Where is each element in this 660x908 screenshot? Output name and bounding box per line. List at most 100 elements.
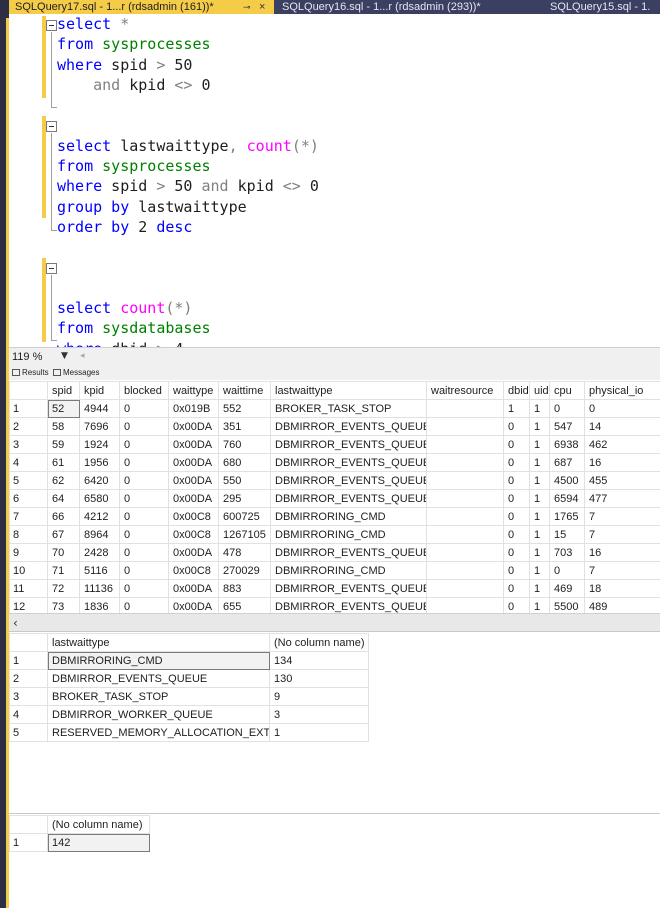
- table-cell[interactable]: 1: [529, 417, 550, 436]
- table-cell[interactable]: 0x00C8: [168, 507, 219, 526]
- table-cell[interactable]: 1956: [79, 453, 120, 472]
- collapse-icon[interactable]: [46, 263, 57, 274]
- table-cell[interactable]: 16: [584, 453, 660, 472]
- table-cell[interactable]: 16: [584, 543, 660, 562]
- table-cell[interactable]: 0x019B: [168, 399, 219, 418]
- table-row[interactable]: 1 DBMIRRORING_CMD 134: [9, 651, 369, 670]
- horizontal-scrollbar[interactable]: ‹: [9, 613, 660, 631]
- table-cell[interactable]: 67: [47, 525, 80, 544]
- table-cell[interactable]: DBMIRROR_EVENTS_QUEUE: [270, 417, 427, 436]
- column-header[interactable]: waittype: [168, 381, 219, 400]
- tab-messages[interactable]: Messages: [53, 366, 99, 380]
- table-cell[interactable]: 1: [529, 561, 550, 580]
- table-cell[interactable]: 8964: [79, 525, 120, 544]
- table-cell[interactable]: 1924: [79, 435, 120, 454]
- tab-sqlquery17[interactable]: SQLQuery17.sql - 1...r (rdsadmin (161))*…: [9, 0, 274, 14]
- table-cell[interactable]: DBMIRROR_WORKER_QUEUE: [47, 705, 270, 724]
- scroll-left-arrow-icon[interactable]: ‹: [13, 616, 18, 630]
- table-cell[interactable]: 0: [119, 453, 169, 472]
- tab-sqlquery15[interactable]: SQLQuery15.sql - 1.: [550, 0, 650, 14]
- table-row[interactable]: 8 67 8964 0 0x00C8 1267105 DBMIRRORING_CMD 0 1 15…: [9, 525, 660, 544]
- table-cell[interactable]: 9: [269, 687, 369, 706]
- table-cell[interactable]: 61: [47, 453, 80, 472]
- table-cell[interactable]: [426, 453, 504, 472]
- table-cell[interactable]: 15: [549, 525, 585, 544]
- table-cell[interactable]: 1: [503, 399, 530, 418]
- column-header[interactable]: blocked: [119, 381, 169, 400]
- table-cell[interactable]: 1765: [549, 507, 585, 526]
- table-cell[interactable]: 64: [47, 489, 80, 508]
- table-cell[interactable]: 6938: [549, 435, 585, 454]
- table-cell[interactable]: DBMIRROR_EVENTS_QUEUE: [270, 579, 427, 598]
- table-cell[interactable]: 11136: [79, 579, 120, 598]
- table-cell[interactable]: 7696: [79, 417, 120, 436]
- table-cell[interactable]: 0: [119, 417, 169, 436]
- table-cell[interactable]: [426, 507, 504, 526]
- table-cell[interactable]: 1: [529, 489, 550, 508]
- table-cell[interactable]: 0: [119, 561, 169, 580]
- table-cell[interactable]: 462: [584, 435, 660, 454]
- table-row[interactable]: 6 64 6580 0 0x00DA 295 DBMIRROR_EVENTS_QUEUE 0 1…: [9, 489, 660, 508]
- collapse-icon[interactable]: [46, 121, 57, 132]
- table-cell[interactable]: BROKER_TASK_STOP: [270, 399, 427, 418]
- table-cell[interactable]: 3: [269, 705, 369, 724]
- table-cell[interactable]: 0x00DA: [168, 417, 219, 436]
- row-number[interactable]: 4: [9, 453, 48, 472]
- table-cell[interactable]: 18: [584, 579, 660, 598]
- table-cell[interactable]: 0: [119, 435, 169, 454]
- table-cell[interactable]: 600725: [218, 507, 271, 526]
- row-number[interactable]: 6: [9, 489, 48, 508]
- table-cell[interactable]: 6580: [79, 489, 120, 508]
- table-cell[interactable]: DBMIRRORING_CMD: [47, 651, 270, 670]
- table-row[interactable]: 3 59 1924 0 0x00DA 760 DBMIRROR_EVENTS_QUEUE 0 1…: [9, 435, 660, 454]
- row-number[interactable]: 4: [9, 705, 48, 724]
- column-header[interactable]: lastwaittype: [270, 381, 427, 400]
- table-cell[interactable]: 0: [119, 507, 169, 526]
- table-cell[interactable]: 0x00DA: [168, 489, 219, 508]
- table-cell[interactable]: DBMIRRORING_CMD: [270, 507, 427, 526]
- table-cell[interactable]: DBMIRROR_EVENTS_QUEUE: [47, 669, 270, 688]
- table-cell[interactable]: 62: [47, 471, 80, 490]
- table-row[interactable]: 10 71 5116 0 0x00C8 270029 DBMIRRORING_CMD 0 1 0 7: [9, 561, 660, 580]
- table-cell[interactable]: 550: [218, 471, 271, 490]
- table-cell[interactable]: 0: [119, 525, 169, 544]
- table-cell[interactable]: 477: [584, 489, 660, 508]
- table-cell[interactable]: 0: [549, 561, 585, 580]
- table-cell[interactable]: 0: [119, 579, 169, 598]
- table-cell[interactable]: [426, 417, 504, 436]
- table-cell[interactable]: 0: [503, 579, 530, 598]
- column-header[interactable]: (No column name): [47, 815, 150, 834]
- table-cell[interactable]: 0: [503, 561, 530, 580]
- table-cell[interactable]: 1267105: [218, 525, 271, 544]
- row-number[interactable]: 1: [9, 651, 48, 670]
- table-cell[interactable]: 7: [584, 561, 660, 580]
- row-number[interactable]: 1: [9, 833, 48, 852]
- table-cell[interactable]: 66: [47, 507, 80, 526]
- table-cell[interactable]: 1: [529, 399, 550, 418]
- table-row[interactable]: 4 DBMIRROR_WORKER_QUEUE 3: [9, 705, 369, 724]
- table-cell[interactable]: [426, 489, 504, 508]
- table-cell[interactable]: 7: [584, 525, 660, 544]
- table-cell[interactable]: 71: [47, 561, 80, 580]
- results-grid-waittype-counts[interactable]: lastwaittype (No column name) 1 DBMIRRORIN…: [9, 633, 369, 742]
- table-cell[interactable]: DBMIRROR_EVENTS_QUEUE: [270, 489, 427, 508]
- table-cell[interactable]: 6594: [549, 489, 585, 508]
- row-number[interactable]: 7: [9, 507, 48, 526]
- table-cell[interactable]: DBMIRROR_EVENTS_QUEUE: [270, 453, 427, 472]
- row-number[interactable]: 3: [9, 435, 48, 454]
- table-cell[interactable]: 0: [503, 453, 530, 472]
- table-row[interactable]: 2 DBMIRROR_EVENTS_QUEUE 130: [9, 669, 369, 688]
- sql-editor[interactable]: select * from sysprocesses where spid > …: [9, 14, 660, 347]
- table-cell[interactable]: 59: [47, 435, 80, 454]
- table-row[interactable]: 4 61 1956 0 0x00DA 680 DBMIRROR_EVENTS_QUEUE 0 1…: [9, 453, 660, 472]
- table-cell[interactable]: 1: [529, 507, 550, 526]
- table-cell[interactable]: 0: [503, 471, 530, 490]
- table-cell[interactable]: 0: [503, 543, 530, 562]
- chevron-down-icon[interactable]: ▼: [61, 351, 68, 361]
- table-cell[interactable]: [426, 435, 504, 454]
- tab-results[interactable]: Results: [12, 366, 49, 380]
- collapse-icon[interactable]: [46, 20, 57, 31]
- row-number-header[interactable]: [9, 381, 48, 400]
- table-cell[interactable]: 4500: [549, 471, 585, 490]
- table-cell[interactable]: 1: [529, 525, 550, 544]
